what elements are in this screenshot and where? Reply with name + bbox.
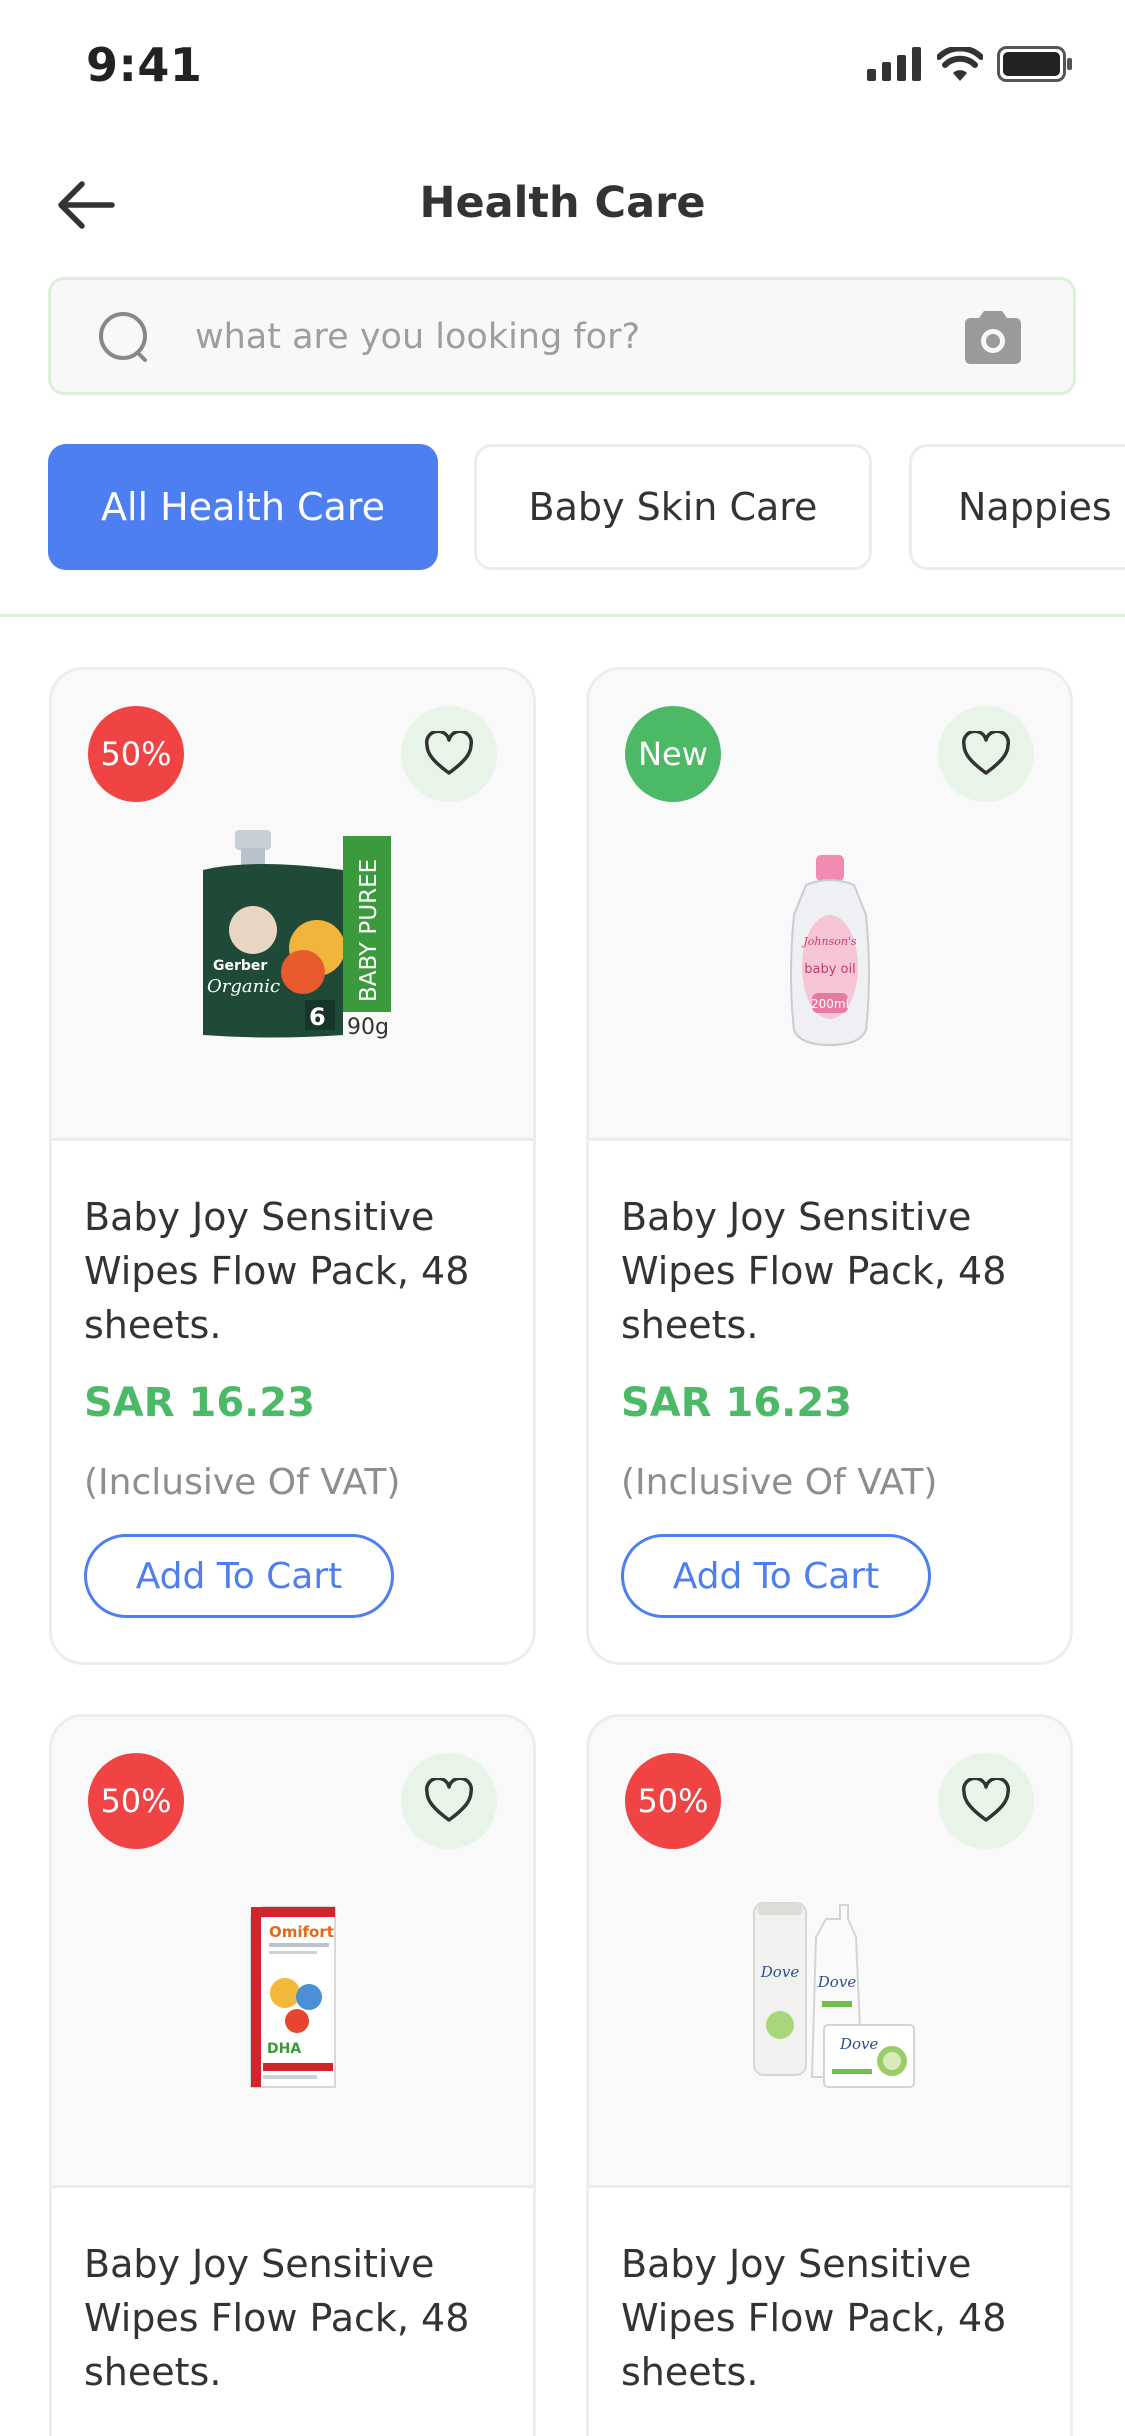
header: Health Care	[0, 150, 1125, 260]
omifort-tag: DHA	[267, 2041, 301, 2057]
discount-badge: 50%	[88, 1753, 184, 1849]
chip-all-health-care[interactable]: All Health Care	[48, 444, 438, 570]
wifi-icon	[937, 47, 983, 81]
puree-age: 6	[309, 1003, 326, 1031]
product-image-area: 50% Omifort DHA	[52, 1717, 533, 2188]
product-card[interactable]: 50% Dove Dove Dove Baby Joy Sensitive Wi…	[586, 1714, 1073, 2436]
product-image-baby-oil: Johnson's baby oil 200ml	[789, 855, 870, 1047]
page-title: Health Care	[419, 178, 706, 228]
dove-brand-wash: Dove	[816, 1973, 856, 1991]
signal-icon	[867, 47, 921, 81]
product-name[interactable]: Baby Joy Sensitive Wipes Flow Pack, 48 s…	[621, 1190, 1041, 1352]
favorite-button[interactable]	[938, 1753, 1034, 1849]
puree-line: Organic	[207, 976, 280, 997]
add-to-cart-button[interactable]: Add To Cart	[621, 1534, 931, 1618]
product-card[interactable]: New Johnson's baby oil 200ml Baby Joy Se…	[586, 667, 1073, 1665]
search-box[interactable]	[48, 277, 1076, 395]
new-badge: New	[625, 706, 721, 802]
puree-weight: 90g	[347, 1015, 389, 1040]
product-image-omifort: Omifort DHA	[249, 1906, 336, 2088]
product-name[interactable]: Baby Joy Sensitive Wipes Flow Pack, 48 s…	[621, 2237, 1041, 2399]
status-bar: 9:41	[0, 0, 1125, 132]
status-icons	[867, 46, 1073, 82]
discount-badge: 50%	[88, 706, 184, 802]
omifort-brand: Omifort	[269, 1923, 334, 1941]
screen: 9:41 Health Care what are you looking fo…	[0, 0, 1125, 2436]
vat-note: (Inclusive Of VAT)	[84, 1462, 401, 1503]
heart-icon	[961, 731, 1011, 775]
add-to-cart-button[interactable]: Add To Cart	[84, 1534, 394, 1618]
camera-icon[interactable]	[961, 308, 1025, 366]
product-image-area: 50% Gerber Organic 6 BABY PUREE 90g	[52, 670, 533, 1141]
heart-icon	[424, 1778, 474, 1822]
chip-nappies[interactable]: Nappies	[909, 444, 1125, 570]
heart-icon	[961, 1778, 1011, 1822]
product-card[interactable]: 50% Omifort DHA Baby Joy Sensitive Wipes…	[49, 1714, 536, 2436]
oil-type: baby oil	[804, 962, 855, 977]
search-input[interactable]	[195, 306, 955, 368]
puree-brand: Gerber	[213, 958, 267, 974]
oil-brand: Johnson's	[801, 935, 857, 948]
product-image-area: 50% Dove Dove Dove	[589, 1717, 1070, 2188]
product-price: SAR 16.23	[84, 1380, 316, 1426]
product-image-dove-set: Dove Dove Dove	[752, 1902, 915, 2088]
product-name[interactable]: Baby Joy Sensitive Wipes Flow Pack, 48 s…	[84, 2237, 504, 2399]
product-image-area: New Johnson's baby oil 200ml	[589, 670, 1070, 1141]
chip-baby-skin-care[interactable]: Baby Skin Care	[474, 444, 872, 570]
vat-note: (Inclusive Of VAT)	[621, 1462, 938, 1503]
battery-icon	[997, 46, 1072, 82]
category-chips: All Health Care Baby Skin Care Nappies	[48, 444, 1125, 570]
status-time: 9:41	[86, 38, 203, 92]
dove-brand-lotion: Dove	[759, 1963, 799, 1981]
product-card[interactable]: 50% Gerber Organic 6 BABY PUREE 90g Baby…	[49, 667, 536, 1665]
dove-brand-soap: Dove	[839, 2035, 879, 2053]
discount-badge: 50%	[625, 1753, 721, 1849]
product-name[interactable]: Baby Joy Sensitive Wipes Flow Pack, 48 s…	[84, 1190, 504, 1352]
favorite-button[interactable]	[938, 706, 1034, 802]
puree-side-label: BABY PUREE	[356, 859, 382, 1002]
heart-icon	[424, 731, 474, 775]
oil-volume: 200ml	[811, 997, 849, 1011]
favorite-button[interactable]	[401, 706, 497, 802]
product-price: SAR 16.23	[621, 1380, 853, 1426]
product-image-baby-puree: Gerber Organic 6 BABY PUREE 90g	[202, 830, 391, 1040]
search-icon	[99, 312, 147, 362]
divider	[0, 614, 1125, 617]
favorite-button[interactable]	[401, 1753, 497, 1849]
